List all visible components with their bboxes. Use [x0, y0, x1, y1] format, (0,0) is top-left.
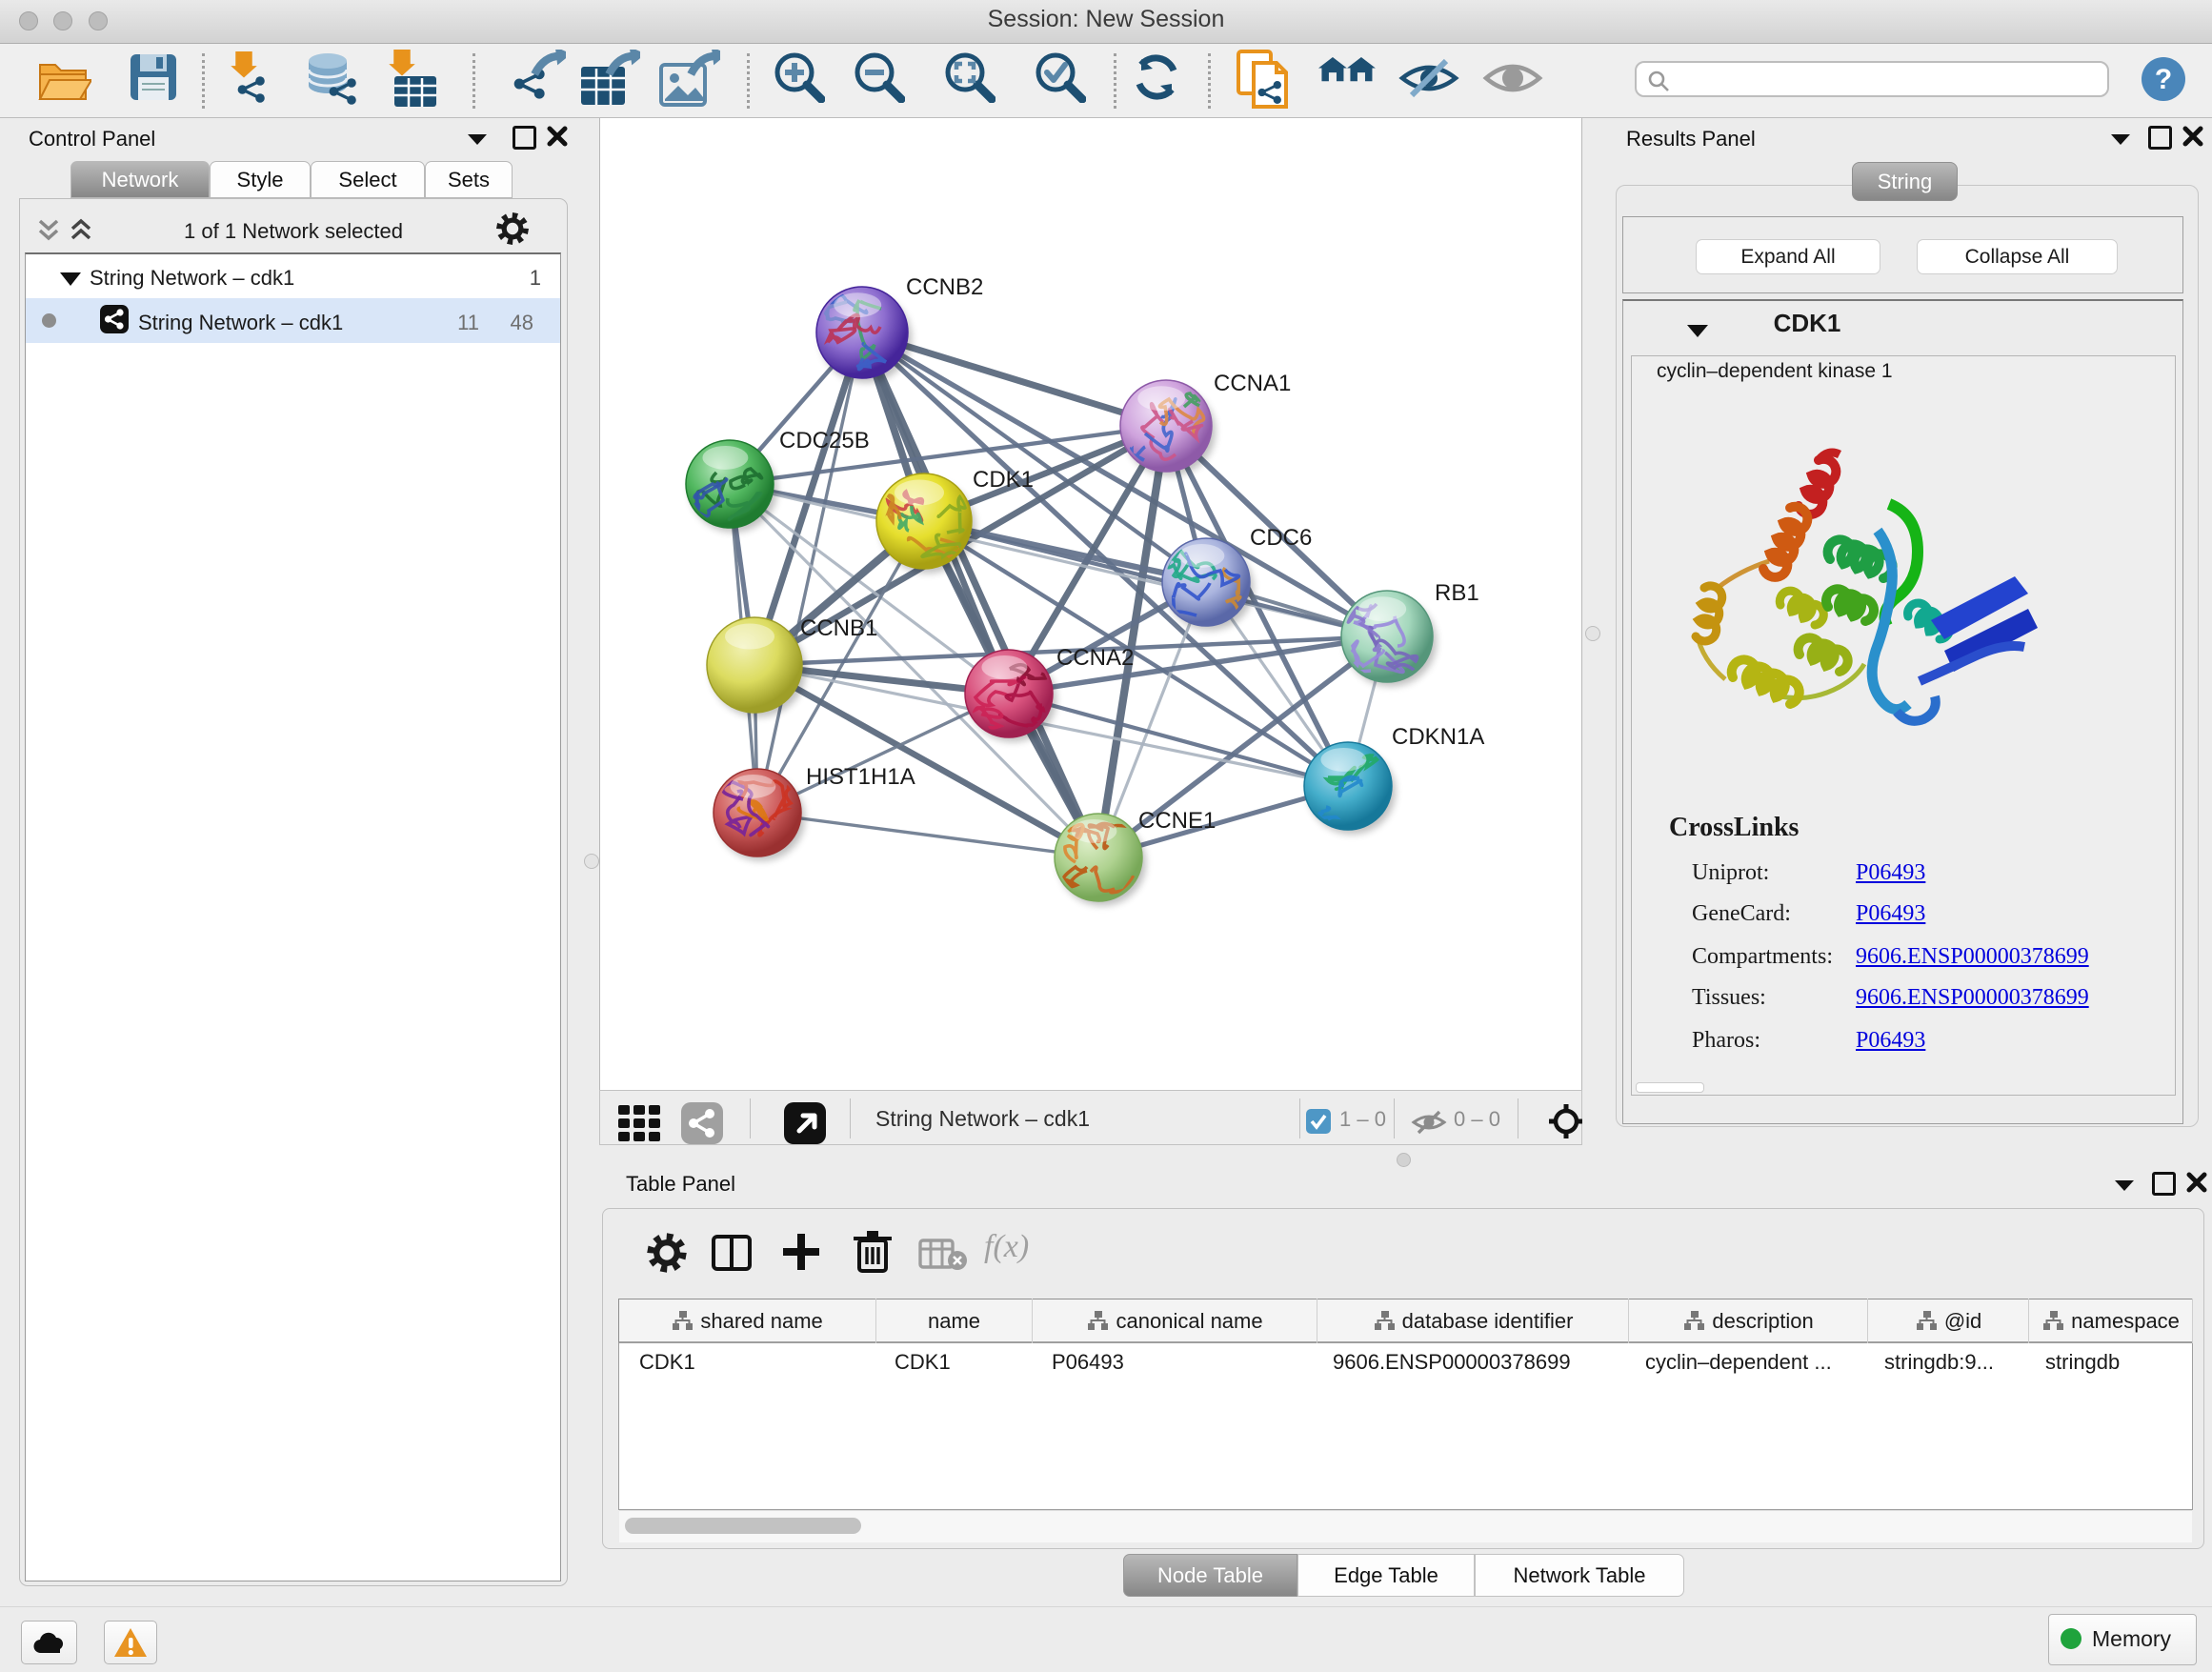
- svg-text:CDC25B: CDC25B: [779, 428, 870, 453]
- svg-text:CDKN1A: CDKN1A: [1392, 724, 1484, 750]
- svg-text:CCNB2: CCNB2: [906, 274, 983, 300]
- svg-text:?: ?: [2155, 64, 2172, 95]
- svg-text:HIST1H1A: HIST1H1A: [806, 764, 915, 790]
- svg-text:CCNB1: CCNB1: [800, 615, 877, 641]
- svg-text:CCNA2: CCNA2: [1056, 645, 1134, 671]
- svg-text:RB1: RB1: [1435, 580, 1479, 606]
- svg-text:CDK1: CDK1: [973, 467, 1034, 493]
- svg-text:CCNE1: CCNE1: [1138, 808, 1216, 834]
- svg-text:CDC6: CDC6: [1250, 525, 1312, 551]
- svg-text:CCNA1: CCNA1: [1214, 371, 1291, 396]
